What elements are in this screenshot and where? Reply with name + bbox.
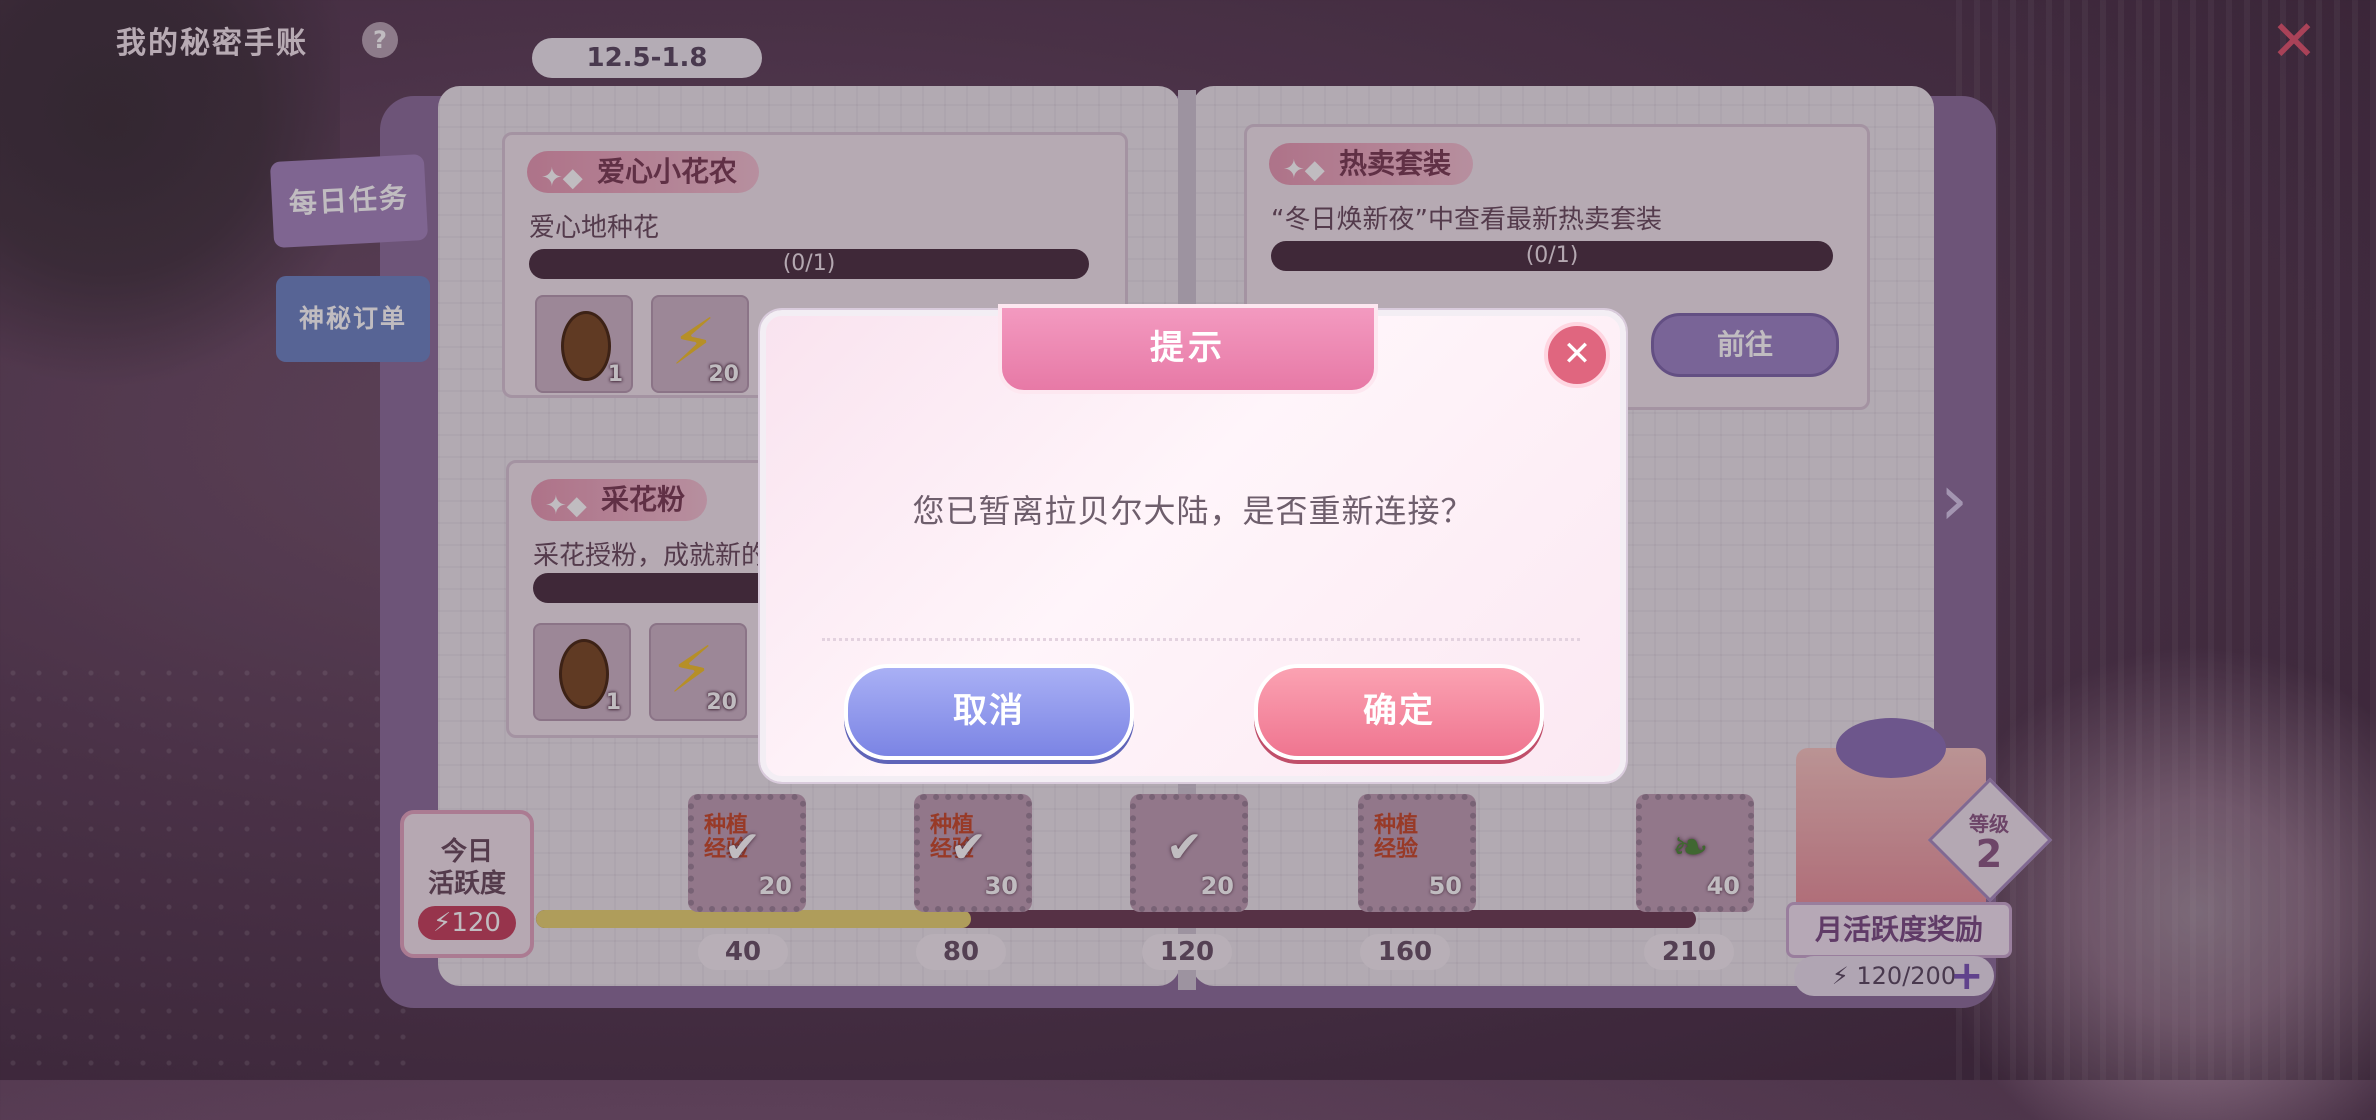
dialog-header: 提示 — [998, 304, 1378, 394]
dialog-close-button[interactable]: ✕ — [1544, 322, 1610, 388]
dialog-title: 提示 — [1150, 328, 1226, 368]
reconnect-dialog: 提示 ✕ 您已暂离拉贝尔大陆，是否重新连接？ 取消 确定 — [760, 304, 1626, 782]
dialog-message: 您已暂离拉贝尔大陆，是否重新连接？ — [912, 492, 1474, 530]
confirm-button[interactable]: 确定 — [1254, 664, 1544, 760]
cancel-button[interactable]: 取消 — [844, 664, 1134, 760]
dialog-divider — [822, 638, 1580, 641]
